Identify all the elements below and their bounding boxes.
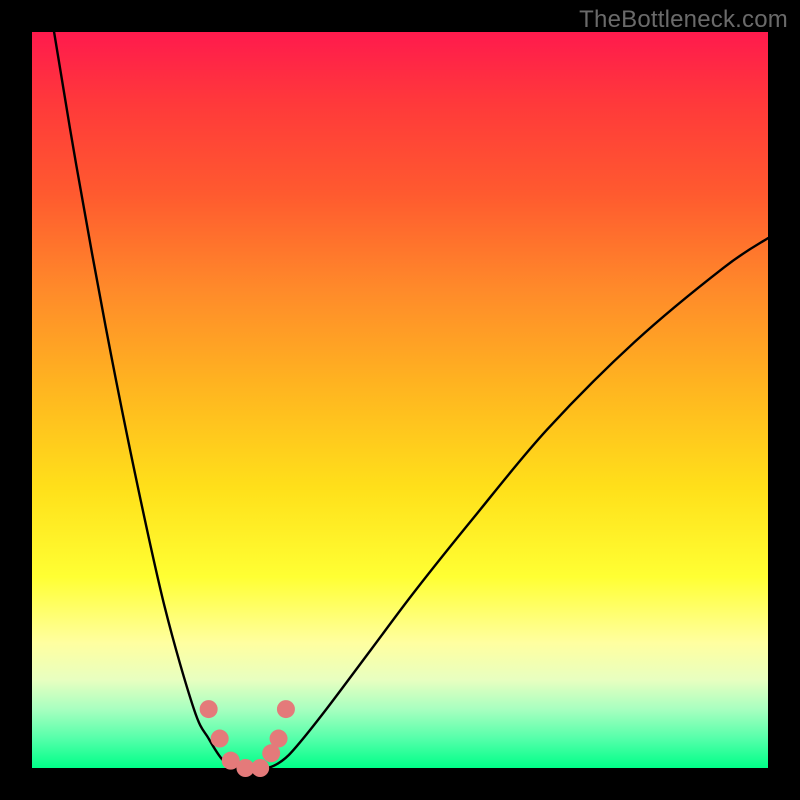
chart-frame: TheBottleneck.com xyxy=(0,0,800,800)
highlight-dot xyxy=(270,730,288,748)
highlight-dot xyxy=(211,730,229,748)
highlight-dots xyxy=(200,700,295,777)
plot-area xyxy=(32,32,768,768)
highlight-dot xyxy=(277,700,295,718)
bottleneck-curve xyxy=(54,32,768,769)
highlight-dot xyxy=(200,700,218,718)
curve-svg xyxy=(32,32,768,768)
watermark-label: TheBottleneck.com xyxy=(579,6,788,34)
highlight-dot xyxy=(251,759,269,777)
